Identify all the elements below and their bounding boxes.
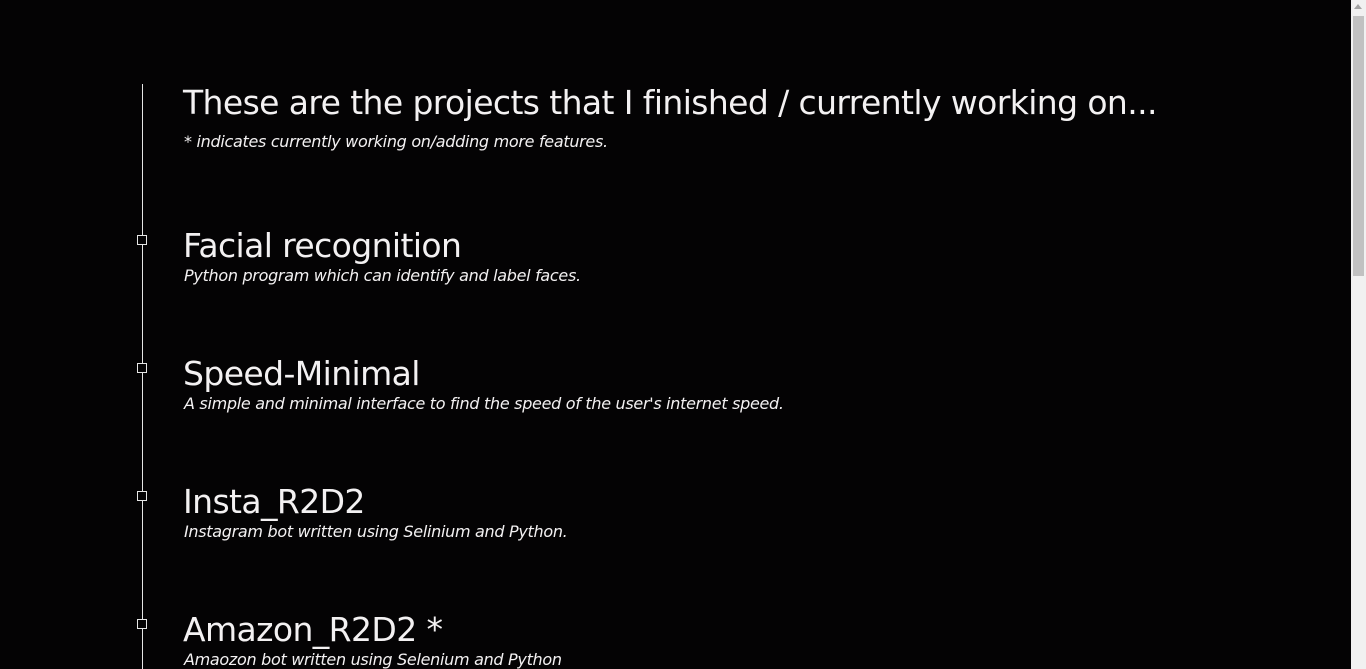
scrollbar-thumb[interactable] bbox=[1353, 16, 1364, 276]
project-item-insta-r2d2: Insta_R2D2 Instagram bot written using S… bbox=[0, 482, 1340, 562]
page-note: * indicates currently working on/adding … bbox=[184, 132, 608, 151]
scroll-up-arrow-icon[interactable] bbox=[1354, 4, 1362, 9]
project-description: Instagram bot written using Selinium and… bbox=[184, 522, 568, 541]
project-title[interactable]: Insta_R2D2 bbox=[183, 482, 365, 522]
project-item-speed-minimal: Speed-Minimal A simple and minimal inter… bbox=[0, 354, 1340, 434]
timeline-marker bbox=[137, 619, 147, 629]
vertical-scrollbar[interactable] bbox=[1351, 0, 1366, 669]
page-title: These are the projects that I finished /… bbox=[183, 83, 1158, 122]
timeline-marker bbox=[137, 235, 147, 245]
project-title[interactable]: Amazon_R2D2 * bbox=[183, 610, 443, 650]
timeline-marker bbox=[137, 491, 147, 501]
project-item-facial-recognition: Facial recognition Python program which … bbox=[0, 226, 1340, 306]
project-description: A simple and minimal interface to find t… bbox=[184, 394, 784, 413]
project-description: Amaozon bot written using Selenium and P… bbox=[184, 650, 562, 669]
project-item-amazon-r2d2: Amazon_R2D2 * Amaozon bot written using … bbox=[0, 610, 1340, 669]
project-title[interactable]: Facial recognition bbox=[183, 226, 462, 266]
project-description: Python program which can identify and la… bbox=[184, 266, 581, 285]
projects-page: These are the projects that I finished /… bbox=[0, 0, 1366, 669]
timeline-marker bbox=[137, 363, 147, 373]
project-title[interactable]: Speed-Minimal bbox=[183, 354, 420, 394]
